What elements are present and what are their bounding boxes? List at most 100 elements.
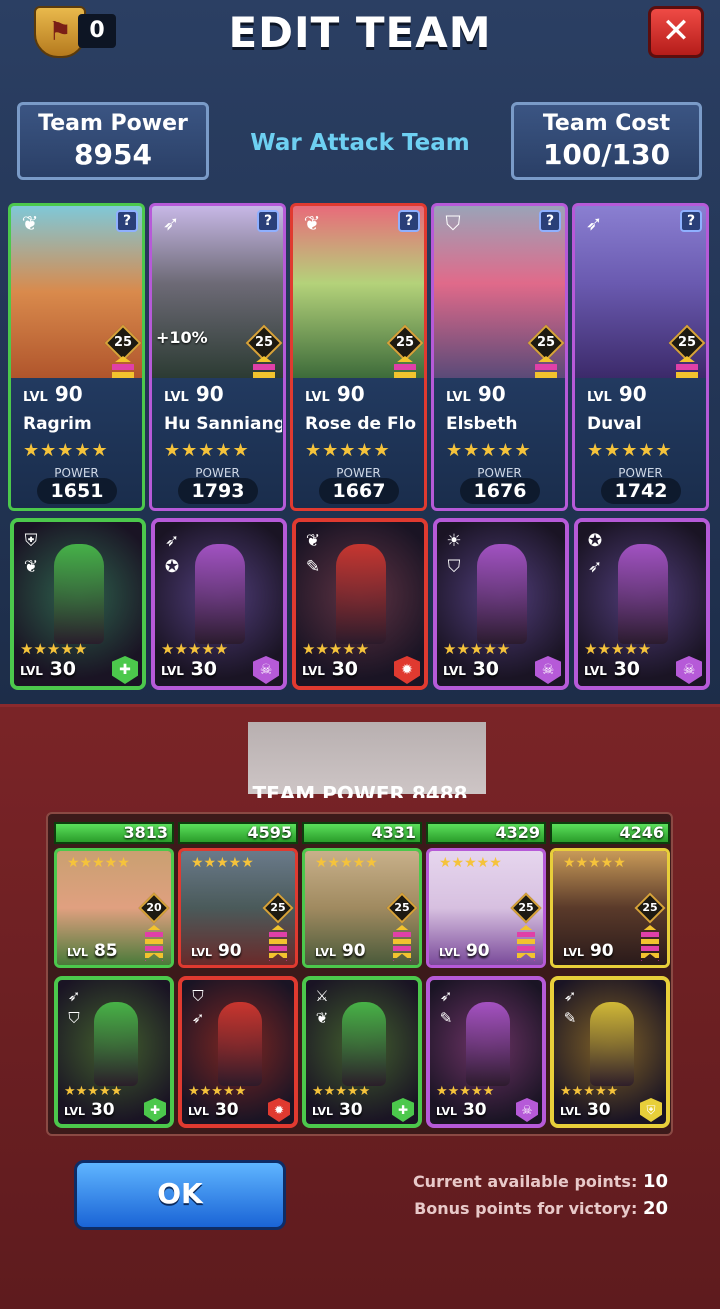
enemy-power-bar: 4329	[426, 822, 546, 844]
level-label: LVL	[67, 946, 89, 959]
troop-card[interactable]: ➶ ✪ ★★★★★ LVL 30 ☠	[151, 518, 287, 690]
banner-count: 0	[78, 14, 116, 48]
level-value: 30	[613, 658, 641, 680]
enemy-hero-card[interactable]: ★★★★★ 20 LVL 85	[54, 848, 174, 968]
enemy-hero-level: LVL 85	[67, 941, 118, 961]
team-cost-value: 100/130	[542, 138, 671, 171]
hero-slots: ❦? 25 LVL 90 Ragrim ★★★★★ POWER 1651 ➶? +10% 25 LV…	[8, 203, 712, 513]
limit-break-value: 25	[677, 335, 697, 350]
enemy-hero-level: LVL 90	[315, 941, 366, 961]
hero-card[interactable]: ➶? +10% 25 LVL 90 Hu Sanniang ★★★★★ POWER 1793	[149, 203, 286, 511]
hero-card[interactable]: ❦? 25 LVL 90 Ragrim ★★★★★ POWER 1651	[8, 203, 145, 511]
hero-card[interactable]: ⛉? 25 LVL 90 Elsbeth ★★★★★ POWER 1676	[431, 203, 568, 511]
troop-card[interactable]: ❦ ✎ ★★★★★ LVL 30 ✹	[292, 518, 428, 690]
troop-figure	[590, 1002, 634, 1086]
troop-level: LVL 30	[161, 658, 217, 680]
troop-card[interactable]: ⛨ ❦ ★★★★★ LVL 30 ✚	[10, 518, 146, 690]
hero-info: LVL 90 Ragrim ★★★★★ POWER 1651	[11, 378, 142, 508]
level-value: 30	[214, 1100, 239, 1120]
hero-power: 1651	[37, 478, 117, 504]
limit-break-value: 25	[642, 901, 658, 914]
troop-card[interactable]: ☀ ⛉ ★★★★★ LVL 30 ☠	[433, 518, 569, 690]
troop-figure	[477, 544, 527, 644]
level-value: 30	[90, 1100, 115, 1120]
enemy-hero-card[interactable]: ★★★★★ 25 LVL 90	[178, 848, 298, 968]
enemy-troop-card[interactable]: ➶ ⛉ ★★★★★ LVL 30 ✚	[54, 976, 174, 1128]
limit-break-value: 25	[394, 901, 410, 914]
enemy-power-bar: 4595	[178, 822, 298, 844]
enemy-hero-stars: ★★★★★	[67, 855, 130, 871]
level-label: LVL	[436, 1105, 458, 1118]
troop-slots: ⛨ ❦ ★★★★★ LVL 30 ✚ ➶ ✪ ★★★★★ LVL 30 ☠ ❦ ✎ ★★★★★ LVL 3…	[10, 518, 712, 690]
help-icon[interactable]: ?	[680, 210, 702, 232]
level-label: LVL	[584, 664, 607, 678]
enemy-power-bar: 4331	[302, 822, 422, 844]
troop-figure	[342, 1002, 386, 1086]
ok-button[interactable]: OK	[74, 1160, 286, 1230]
troop-stars: ★★★★★	[64, 1084, 123, 1099]
troop-class-icon: ➶	[67, 987, 81, 1005]
enemy-troop-card[interactable]: ⚔ ❦ ★★★★★ LVL 30 ✚	[302, 976, 422, 1128]
hero-level: LVL 90	[587, 382, 647, 406]
enemy-power-bar: 3813	[54, 822, 174, 844]
hero-stars: ★★★★★	[305, 440, 391, 461]
limit-break-value: 25	[270, 901, 286, 914]
enemy-troop-card[interactable]: ➶ ✎ ★★★★★ LVL 30 ⛨	[550, 976, 670, 1128]
hero-stars: ★★★★★	[23, 440, 109, 461]
help-icon[interactable]: ?	[257, 210, 279, 232]
troop-level: LVL 30	[560, 1100, 611, 1120]
troop-class-icon: ➶	[164, 531, 180, 551]
limit-break-value: 25	[536, 335, 556, 350]
enemy-hero-card[interactable]: ★★★★★ 25 LVL 90	[426, 848, 546, 968]
level-label: LVL	[302, 664, 325, 678]
hero-power: 1793	[178, 478, 258, 504]
hero-stars: ★★★★★	[164, 440, 250, 461]
troop-class-icon: ⛉	[447, 557, 461, 577]
hero-info: LVL 90 Rose de Flo ★★★★★ POWER 1667	[293, 378, 424, 508]
level-value: 30	[190, 658, 218, 680]
troop-stars: ★★★★★	[584, 640, 652, 658]
hero-info: LVL 90 Elsbeth ★★★★★ POWER 1676	[434, 378, 565, 508]
troop-figure	[54, 544, 104, 644]
troop-figure	[218, 1002, 262, 1086]
enemy-power-bar: 4246	[550, 822, 670, 844]
level-label: LVL	[315, 946, 337, 959]
troop-class-icon: ❦	[23, 557, 39, 577]
element-icon: ✚	[392, 1098, 414, 1122]
help-icon[interactable]: ?	[398, 210, 420, 232]
enemy-troop-card[interactable]: ➶ ✎ ★★★★★ LVL 30 ☠	[426, 976, 546, 1128]
help-icon[interactable]: ?	[116, 210, 138, 232]
troop-class-icon: ➶	[191, 1009, 205, 1027]
troop-level: LVL 30	[584, 658, 640, 680]
enemy-hero-card[interactable]: ★★★★★ 25 LVL 90	[550, 848, 670, 968]
hero-class-icon: ⛉	[445, 211, 461, 235]
troop-class-icon: ✎	[439, 1009, 453, 1027]
hero-card[interactable]: ➶? 25 LVL 90 Duval ★★★★★ POWER 1742	[572, 203, 709, 511]
troop-class-icon: ➶	[587, 557, 603, 577]
element-icon: ✹	[268, 1098, 290, 1122]
page-title: EDIT TEAM	[228, 8, 492, 57]
level-label: LVL	[191, 946, 213, 959]
enemy-troop-card[interactable]: ⛉ ➶ ★★★★★ LVL 30 ✹	[178, 976, 298, 1128]
level-value: 90	[195, 382, 224, 406]
level-value: 90	[54, 382, 83, 406]
level-value: 90	[217, 941, 242, 961]
troop-stars: ★★★★★	[302, 640, 370, 658]
enemy-hero-level: LVL 90	[563, 941, 614, 961]
limit-break-value: 20	[146, 901, 162, 914]
level-label: LVL	[305, 390, 330, 405]
limit-break-value: 25	[254, 335, 274, 350]
level-label: LVL	[439, 946, 461, 959]
troop-class-icon: ✎	[305, 557, 321, 577]
close-button[interactable]: ✕	[648, 6, 704, 58]
enemy-hero-card[interactable]: ★★★★★ 25 LVL 90	[302, 848, 422, 968]
available-points-value: 10	[642, 1171, 668, 1192]
troop-level: LVL 30	[20, 658, 76, 680]
level-label: LVL	[161, 664, 184, 678]
hero-stars: ★★★★★	[446, 440, 532, 461]
troop-figure	[336, 544, 386, 644]
bonus-points-label: Bonus points for victory:	[414, 1199, 638, 1218]
hero-card[interactable]: ❦? 25 LVL 90 Rose de Flo ★★★★★ POWER 1667	[290, 203, 427, 511]
troop-card[interactable]: ✪ ➶ ★★★★★ LVL 30 ☠	[574, 518, 710, 690]
help-icon[interactable]: ?	[539, 210, 561, 232]
